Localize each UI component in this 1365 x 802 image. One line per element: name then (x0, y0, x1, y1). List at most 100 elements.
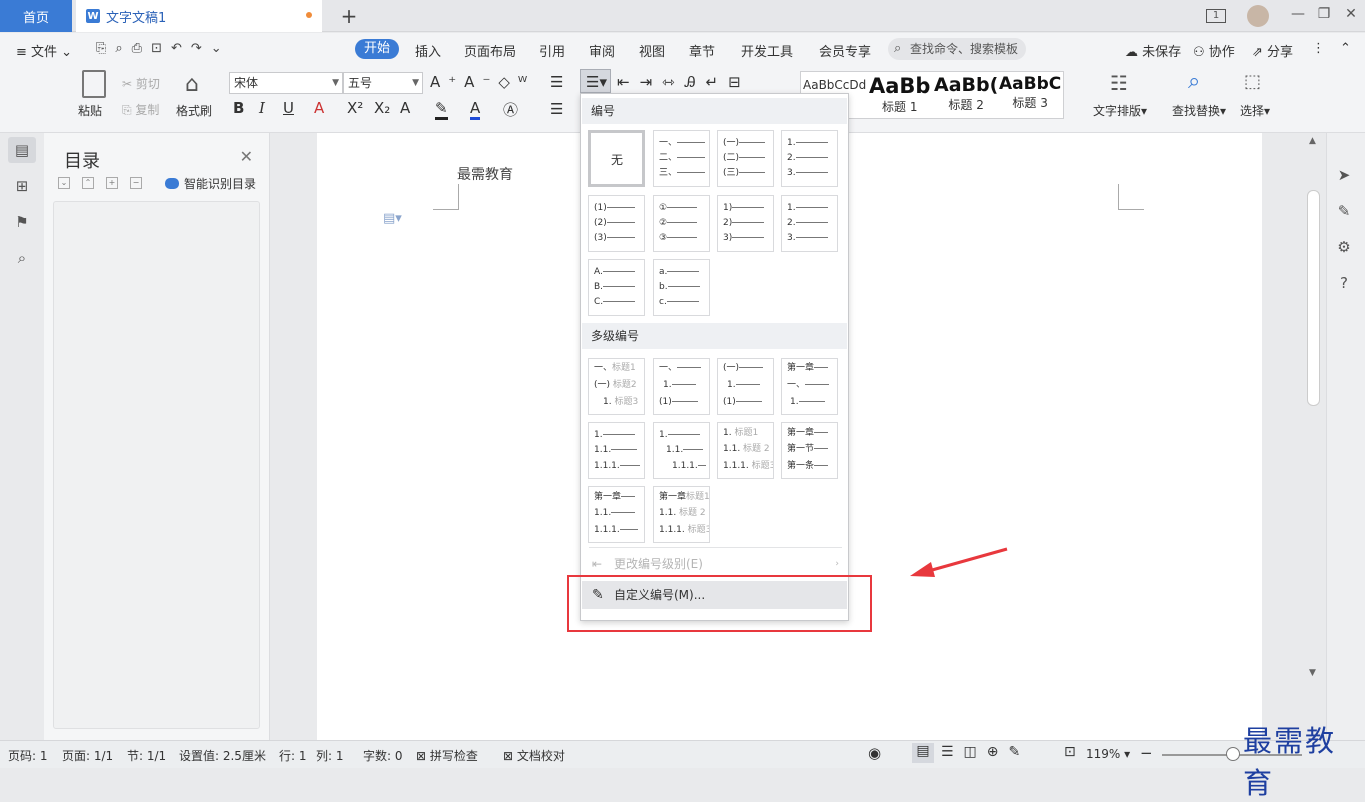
numbering-half-paren[interactable]: 1) 2) 3) (717, 195, 774, 252)
cursor-icon[interactable]: ➤ (1333, 166, 1355, 188)
style-heading-2[interactable]: AaBb(标题 2 (934, 74, 998, 113)
subscript-button[interactable]: X₂ (374, 99, 390, 117)
align-left-icon[interactable]: ☰ (550, 100, 563, 118)
tab-view[interactable]: 视图 (639, 41, 665, 60)
font-size-select[interactable]: 五号 ▼ (343, 72, 423, 94)
close-button[interactable]: ✕ (1340, 6, 1362, 26)
page-view-icon[interactable]: ▤ (912, 743, 934, 763)
multilevel-2[interactable]: 一、 1. (1) (653, 358, 710, 415)
paste-icon[interactable] (82, 70, 106, 98)
bullets-icon[interactable]: ☰ (550, 73, 563, 91)
bold-button[interactable]: B (233, 99, 244, 117)
font-size-tools[interactable]: A⁺A⁻◇ᵂ (430, 73, 535, 91)
command-search[interactable]: ⌕ 查找命令、搜索模板 (888, 38, 1026, 60)
numbering-none[interactable]: 无 (588, 130, 645, 187)
share-button[interactable]: ⇗ 分享 (1252, 41, 1293, 60)
collapse-icon[interactable]: ⌃ (82, 177, 94, 189)
close-icon[interactable]: ✕ (240, 147, 253, 166)
style-heading-3[interactable]: AaBbC 标题 3 (999, 74, 1061, 111)
tab-member[interactable]: 会员专享 (819, 41, 871, 60)
status-col[interactable]: 列: 1 (316, 747, 344, 764)
scrollbar-thumb[interactable] (1307, 190, 1320, 406)
zoom-slider-thumb[interactable] (1226, 747, 1240, 761)
superscript-button[interactable]: X² (347, 99, 363, 117)
new-tab-button[interactable]: + (338, 4, 360, 28)
tab-layout[interactable]: 页面布局 (464, 41, 516, 60)
unsaved-status[interactable]: ☁ 未保存 (1125, 41, 1181, 60)
numbering-upper-alpha[interactable]: A. B. C. (588, 259, 645, 316)
search-panel-icon[interactable]: ⌕ (8, 245, 36, 271)
format-painter-button[interactable]: 格式刷 (176, 102, 212, 119)
numbering-arabic-dot[interactable]: 1. 2. 3. (781, 130, 838, 187)
numbering-button[interactable]: ☰▾ (580, 69, 611, 93)
tab-developer[interactable]: 开发工具 (741, 41, 793, 60)
add-level-icon[interactable]: + (106, 177, 118, 189)
zoom-level[interactable]: 119% ▾ (1086, 747, 1130, 761)
expand-icon[interactable]: ⌄ (58, 177, 70, 189)
fit-page-icon[interactable]: ⊡ (1064, 744, 1076, 760)
more-icon[interactable]: ⋮ (1312, 41, 1325, 56)
status-section[interactable]: 节: 1/1 (127, 747, 166, 764)
minimize-button[interactable]: — (1287, 6, 1309, 26)
strikethrough-button[interactable]: A (314, 99, 324, 117)
file-menu[interactable]: ≡ 文件 ⌄ (16, 41, 72, 60)
status-row[interactable]: 行: 1 (279, 747, 307, 764)
tab-home[interactable]: 首页 (0, 0, 72, 32)
bookmark-icon[interactable]: ⚑ (8, 209, 36, 235)
multilevel-1[interactable]: 一、标题1 (一) 标题2 1. 标题3 (588, 358, 645, 415)
toc-icon[interactable]: ▤ (8, 137, 36, 163)
copy-button[interactable]: ⎘ 复制 (122, 101, 159, 118)
spell-check-button[interactable]: ⊠ 拼写检查 (416, 747, 478, 764)
text-effect-button[interactable]: A (400, 99, 410, 117)
tab-start[interactable]: 开始 (355, 39, 399, 59)
cut-button[interactable]: ✂ 剪切 (122, 75, 160, 92)
font-color-button[interactable]: A (470, 99, 481, 120)
italic-button[interactable]: I (259, 99, 265, 117)
numbering-arabic-dot-2[interactable]: 1. 2. 3. (781, 195, 838, 252)
style-normal[interactable]: AaBbCcDd (803, 78, 866, 92)
numbering-chinese-paren[interactable]: (一) (二) (三) (717, 130, 774, 187)
proofread-button[interactable]: ⊠ 文档校对 (503, 747, 565, 764)
select-icon[interactable]: ⬚ (1244, 71, 1261, 92)
scroll-down-icon[interactable]: ▼ (1309, 668, 1316, 678)
tab-references[interactable]: 引用 (539, 41, 565, 60)
tab-insert[interactable]: 插入 (415, 41, 441, 60)
style-heading-1[interactable]: AaBb 标题 1 (869, 74, 930, 115)
remove-level-icon[interactable]: − (130, 177, 142, 189)
numbering-chinese-comma[interactable]: 一、 二、 三、 (653, 130, 710, 187)
multilevel-9[interactable]: 第一章 1.1. 1.1.1. (588, 486, 645, 543)
zoom-out-icon[interactable]: − (1140, 744, 1153, 762)
paragraph-marker-icon[interactable]: ▤▾ (383, 211, 402, 226)
find-replace-icon[interactable]: ⌕ (1188, 69, 1200, 94)
status-page-no[interactable]: 页码: 1 (8, 747, 48, 764)
view-mode-icons[interactable]: ☰◫⊕✎ (941, 744, 1030, 760)
font-family-select[interactable]: 宋体 ▼ (229, 72, 343, 94)
underline-button[interactable]: U (283, 99, 294, 117)
multilevel-10[interactable]: 第一章标题1 1.1. 标题 2 1.1.1. 标题3 (653, 486, 710, 543)
pen-icon[interactable]: ✎ (1333, 202, 1355, 224)
multilevel-5[interactable]: 1. 1.1. 1.1.1. (588, 422, 645, 479)
scroll-up-icon[interactable]: ▲ (1309, 136, 1316, 146)
tab-chapter[interactable]: 章节 (689, 41, 715, 60)
multilevel-6[interactable]: 1. 1.1. 1.1.1. (653, 422, 710, 479)
numbering-lower-alpha[interactable]: a. b. c. (653, 259, 710, 316)
multilevel-3[interactable]: (一) 1. (1) (717, 358, 774, 415)
status-words[interactable]: 字数: 0 (363, 747, 403, 764)
paste-button[interactable]: 粘贴 (78, 102, 102, 119)
multilevel-4[interactable]: 第一章 一、 1. (781, 358, 838, 415)
numbering-circled[interactable]: ①②③ (653, 195, 710, 252)
multilevel-7[interactable]: 1. 标题1 1.1. 标题 2 1.1.1. 标题3 (717, 422, 774, 479)
navigation-icon[interactable]: ⊞ (8, 173, 36, 199)
format-painter-icon[interactable]: ⌂ (185, 72, 199, 97)
status-pages[interactable]: 页面: 1/1 (62, 747, 113, 764)
tab-review[interactable]: 审阅 (589, 41, 615, 60)
collaborate-button[interactable]: ⚇ 协作 (1193, 41, 1235, 60)
help-icon[interactable]: ? (1333, 274, 1355, 296)
numbering-paren-number[interactable]: (1) (2) (3) (588, 195, 645, 252)
select-button[interactable]: 选择▾ (1240, 102, 1270, 119)
restore-button[interactable]: ❐ (1313, 6, 1335, 26)
status-setting[interactable]: 设置值: 2.5厘米 (179, 747, 266, 764)
eye-protect-icon[interactable]: ◉ (868, 744, 881, 762)
text-layout-button[interactable]: 文字排版▾ (1093, 102, 1147, 119)
page-count-badge[interactable]: 1 (1206, 9, 1226, 23)
